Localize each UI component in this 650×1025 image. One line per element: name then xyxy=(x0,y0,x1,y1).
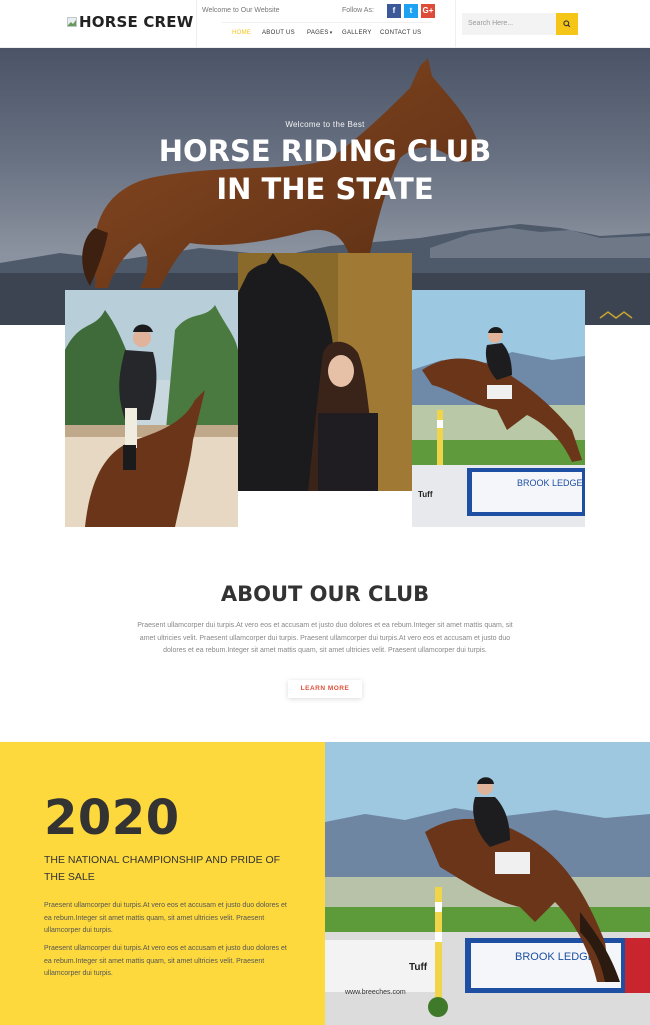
welcome-text: Welcome to Our Website xyxy=(202,7,280,14)
header-divider xyxy=(196,0,197,48)
nav-contact-us[interactable]: CONTACT US xyxy=(380,30,421,36)
nav-pages[interactable]: PAGES▾ xyxy=(307,30,333,36)
nav-home[interactable]: HOME xyxy=(232,30,251,36)
banner-sponsor-large-text: Tuff xyxy=(409,962,428,973)
show-jumping-photo: BROOK LEDGE Tuff xyxy=(412,290,585,527)
woman-horse-photo xyxy=(238,253,412,491)
nav-about-us[interactable]: ABOUT US xyxy=(262,30,295,36)
search-icon xyxy=(563,20,571,28)
show-jumping-large-photo: BROOK LEDGE Tuff www.breeches.com xyxy=(325,742,650,1025)
banner-brand-large-text: BROOK LEDGE xyxy=(515,951,595,963)
follow-label: Follow As: xyxy=(342,7,374,14)
championship-year: 2020 xyxy=(44,790,180,846)
hero-title-line-2: IN THE STATE xyxy=(216,172,434,206)
gallery-photo-rider-dressage[interactable] xyxy=(65,290,238,527)
about-text: Praesent ullamcorper dui turpis.At vero … xyxy=(137,622,513,654)
nav-gallery[interactable]: GALLERY xyxy=(342,30,372,36)
twitter-icon[interactable]: t xyxy=(404,4,418,18)
championship-paragraph-1: Praesent ullamcorper dui turpis.At vero … xyxy=(44,902,287,934)
site-header: HORSE CREW Welcome to Our Website Follow… xyxy=(0,0,650,48)
banner-brand-text: BROOK LEDGE xyxy=(517,478,583,488)
hero-title-line-1: HORSE RIDING CLUB xyxy=(158,134,492,168)
about-title: ABOUT OUR CLUB xyxy=(220,582,430,606)
header-divider xyxy=(455,0,456,48)
learn-more-button[interactable]: LEARN MORE xyxy=(288,680,362,698)
championship-photo: BROOK LEDGE Tuff www.breeches.com xyxy=(325,742,650,1025)
nav-divider xyxy=(222,22,432,23)
gallery-photo-show-jumping[interactable]: BROOK LEDGE Tuff xyxy=(412,290,585,527)
chevron-down-icon: ▾ xyxy=(329,30,333,36)
championship-paragraph-2: Praesent ullamcorper dui turpis.At vero … xyxy=(44,945,287,977)
rider-photo xyxy=(65,290,238,527)
search-input[interactable]: Search Here... xyxy=(462,13,556,35)
banner-sponsor-text: Tuff xyxy=(418,490,433,499)
gallery-photo-woman-with-horse[interactable] xyxy=(238,253,412,491)
logo-text: HORSE CREW xyxy=(79,13,194,31)
broken-image-icon xyxy=(67,17,77,27)
google-plus-icon[interactable]: G+ xyxy=(421,4,435,18)
nav-pages-label: PAGES xyxy=(307,30,329,36)
logo[interactable]: HORSE CREW xyxy=(67,13,193,31)
championship-heading: THE NATIONAL CHAMPIONSHIP AND PRIDE OF T… xyxy=(44,854,281,883)
facebook-icon[interactable]: f xyxy=(387,4,401,18)
hero-title: HORSE RIDING CLUB IN THE STATE xyxy=(0,132,650,208)
search-button[interactable] xyxy=(556,13,578,35)
banner-url-text: www.breeches.com xyxy=(344,989,406,996)
hero-subtitle: Welcome to the Best xyxy=(285,120,365,129)
